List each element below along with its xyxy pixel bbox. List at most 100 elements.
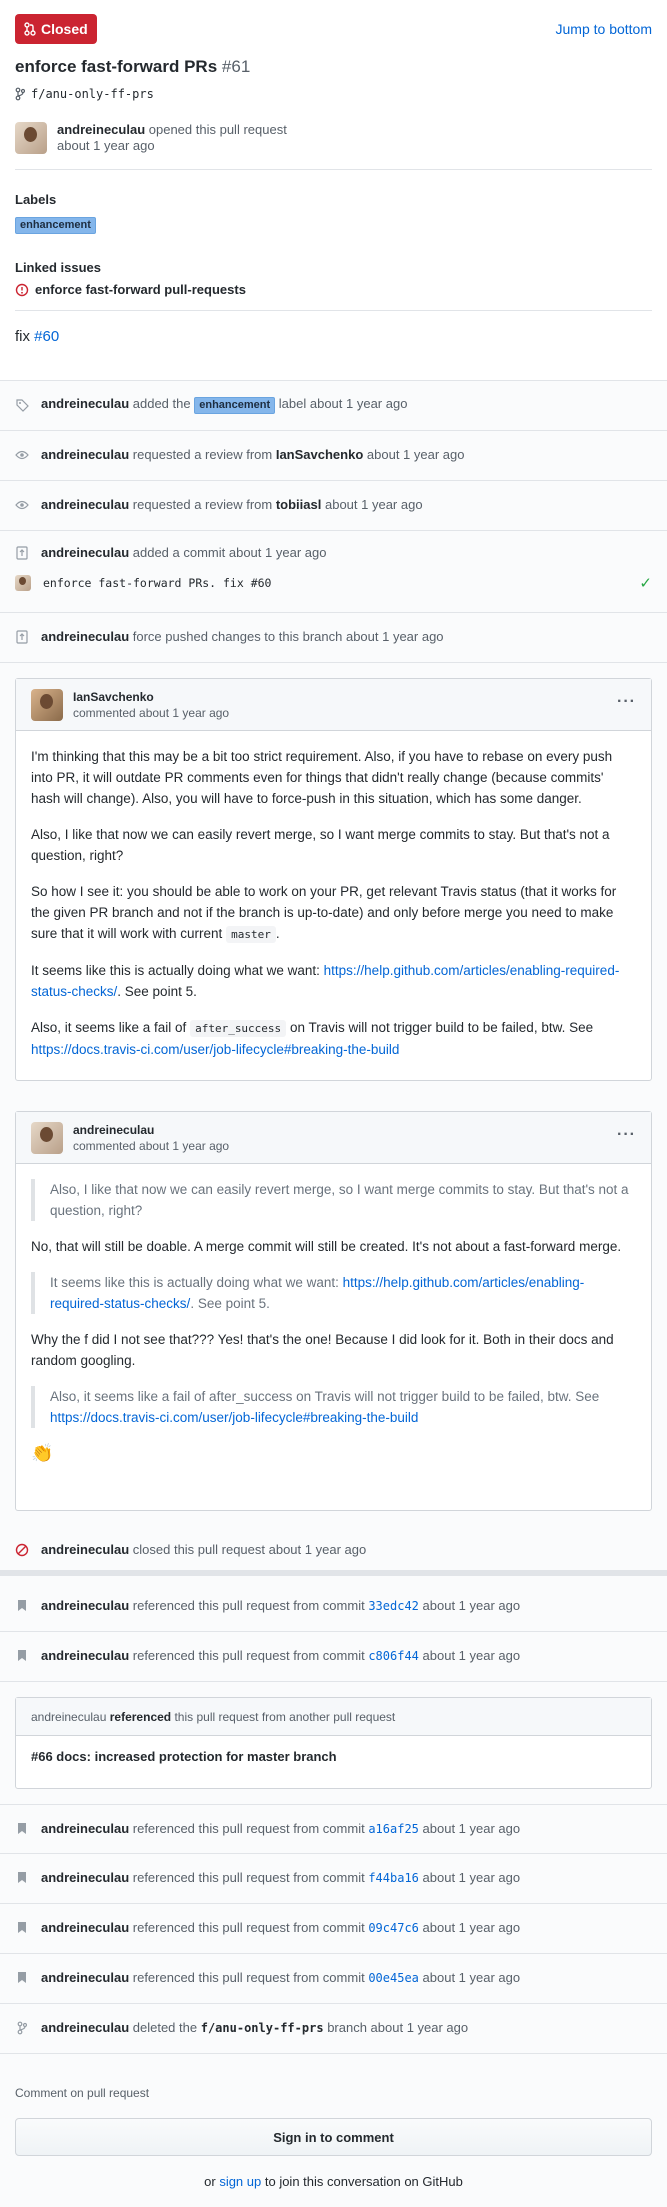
event-line: andreineculau added a commit about 1 yea… [15, 545, 326, 560]
bookmark-icon [15, 1871, 29, 1885]
commit-sha-link[interactable]: a16af25 [368, 1822, 419, 1836]
event-text: andreineculau referenced this pull reque… [41, 1970, 520, 1985]
event-text: andreineculau force pushed changes to th… [41, 629, 444, 644]
event-verb: referenced [109, 1710, 172, 1724]
kebab-menu-icon[interactable]: ··· [617, 1126, 636, 1144]
event-text: andreineculau added the enhancement labe… [41, 396, 407, 414]
commit-sha-link[interactable]: 33edc42 [368, 1599, 419, 1613]
timeline-event-force-push: andreineculau force pushed changes to th… [0, 613, 667, 663]
event-actor[interactable]: andreineculau [41, 497, 129, 512]
timeline-event-review-requested: andreineculau requested a review from to… [0, 481, 667, 531]
label-enhancement[interactable]: enhancement [194, 397, 276, 414]
opener-author[interactable]: andreineculau [57, 122, 145, 137]
bookmark-icon [15, 1599, 29, 1613]
reviewer[interactable]: tobiiasl [276, 497, 322, 512]
commit-message[interactable]: enforce fast-forward PRs. fix #60 [43, 576, 271, 590]
paragraph: Also, it seems like a fail of after_succ… [31, 1017, 636, 1060]
timeline-event-referenced: andreineculau referenced this pull reque… [0, 1582, 667, 1632]
travis-docs-link[interactable]: https://docs.travis-ci.com/user/job-life… [31, 1042, 399, 1057]
avatar[interactable] [15, 575, 31, 591]
timeline-event-branch-deleted: andreineculau deleted the f/anu-only-ff-… [0, 2004, 667, 2054]
signup-text: to join this conversation on GitHub [264, 2174, 463, 2189]
commit-sha-link[interactable]: 09c47c6 [368, 1921, 419, 1935]
comment-timestamp[interactable]: commented about 1 year ago [73, 1139, 229, 1153]
timeline-event-referenced: andreineculau referenced this pull reque… [0, 1804, 667, 1854]
comment-ian: IanSavchenko commented about 1 year ago … [15, 678, 652, 1081]
state-badge: Closed [15, 14, 97, 44]
event-actor[interactable]: andreineculau [31, 1710, 106, 1724]
event-actor[interactable]: andreineculau [41, 1970, 129, 1985]
pull-request-page: Closed Jump to bottom enforce fast-forwa… [0, 0, 667, 2207]
commit-sha-link[interactable]: 00e45ea [368, 1971, 419, 1985]
commit-row[interactable]: enforce fast-forward PRs. fix #60 [15, 575, 271, 591]
label-enhancement[interactable]: enhancement [15, 217, 96, 234]
event-actor[interactable]: andreineculau [41, 1821, 129, 1836]
event-actor[interactable]: andreineculau [41, 1648, 129, 1663]
referenced-pr-title[interactable]: #66 docs: increased protection for maste… [16, 1736, 651, 1777]
linked-issue-title: enforce fast-forward pull-requests [35, 282, 246, 297]
kebab-menu-icon[interactable]: ··· [617, 693, 636, 711]
paragraph-text: Also, it seems like a fail of [31, 1020, 187, 1035]
event-line: andreineculau requested a review from to… [15, 497, 423, 512]
timeline-event-commit: andreineculau added a commit about 1 yea… [0, 531, 667, 613]
opener-text: andreineculau opened this pull request a… [57, 122, 287, 154]
event-actor[interactable]: andreineculau [41, 1598, 129, 1613]
paragraph: I'm thinking that this may be a bit too … [31, 749, 613, 806]
comment-body: I'm thinking that this may be a bit too … [16, 731, 651, 1075]
inline-code: after_success [190, 1020, 287, 1037]
event-actor[interactable]: andreineculau [41, 1870, 129, 1885]
event-text: andreineculau added a commit about 1 yea… [41, 545, 326, 560]
comment-andreineculau: andreineculau commented about 1 year ago… [15, 1111, 652, 1511]
avatar[interactable] [15, 122, 47, 154]
jump-to-bottom-link[interactable]: Jump to bottom [556, 21, 653, 37]
event-time: about 1 year ago [422, 1598, 521, 1613]
pr-header: Closed Jump to bottom enforce fast-forwa… [0, 0, 667, 380]
avatar[interactable] [31, 1122, 63, 1154]
paragraph: So how I see it: you should be able to w… [31, 881, 636, 945]
timeline-event-review-requested: andreineculau requested a review from Ia… [0, 431, 667, 481]
quote-text: It seems like this is actually doing wha… [50, 1275, 339, 1290]
travis-docs-link[interactable]: https://docs.travis-ci.com/user/job-life… [50, 1410, 418, 1425]
bookmark-icon [15, 1971, 29, 1985]
timeline-event-referenced: andreineculau referenced this pull reque… [0, 1904, 667, 1954]
timeline-event-referenced: andreineculau referenced this pull reque… [0, 1632, 667, 1682]
linked-issues-title: Linked issues [15, 260, 101, 275]
event-text: andreineculau requested a review from to… [41, 497, 423, 512]
paragraph: Also, I like that now we can easily reve… [31, 827, 610, 863]
event-actor[interactable]: andreineculau [41, 2020, 129, 2035]
event-actor[interactable]: andreineculau [41, 447, 129, 462]
sign-up-link[interactable]: sign up [219, 2174, 261, 2189]
commit-sha-link[interactable]: f44ba16 [368, 1871, 419, 1885]
event-action: referenced this pull request from commit [132, 1920, 365, 1935]
event-actor[interactable]: andreineculau [41, 396, 129, 411]
event-actor[interactable]: andreineculau [41, 629, 129, 644]
issue-link[interactable]: #60 [34, 328, 59, 345]
timeline-event-labeled: andreineculau added the enhancement labe… [0, 381, 667, 431]
event-line: andreineculau referenced this pull reque… [15, 1870, 520, 1885]
avatar[interactable] [31, 689, 63, 721]
timeline: andreineculau added the enhancement labe… [0, 380, 667, 2207]
event-line: andreineculau added the enhancement labe… [15, 396, 407, 414]
event-actor[interactable]: andreineculau [41, 1920, 129, 1935]
tag-icon [15, 398, 29, 412]
linked-issue[interactable]: enforce fast-forward pull-requests [15, 282, 246, 297]
event-actor[interactable]: andreineculau [41, 1542, 129, 1557]
event-line: andreineculau deleted the f/anu-only-ff-… [15, 2020, 468, 2035]
event-actor[interactable]: andreineculau [41, 545, 129, 560]
paragraph-text: . [275, 926, 280, 941]
event-time: about 1 year ago [324, 497, 423, 512]
reviewer[interactable]: IanSavchenko [276, 447, 363, 462]
divider [15, 310, 652, 311]
event-time: about 1 year ago [422, 1870, 521, 1885]
comment-timestamp[interactable]: commented about 1 year ago [73, 706, 229, 720]
commit-sha-link[interactable]: c806f44 [368, 1649, 419, 1663]
branch-name: f/anu-only-ff-prs [31, 87, 154, 101]
sign-in-button[interactable]: Sign in to comment [15, 2118, 652, 2156]
event-text: andreineculau referenced this pull reque… [41, 1648, 520, 1663]
event-time: branch about 1 year ago [327, 2020, 469, 2035]
pr-title-text: enforce fast-forward PRs [15, 57, 218, 76]
comment-author[interactable]: andreineculau [73, 1123, 154, 1137]
comment-author[interactable]: IanSavchenko [73, 690, 154, 704]
check-icon[interactable]: ✓ [639, 574, 652, 592]
paragraph: Why the f did I not see that??? Yes! tha… [31, 1332, 614, 1368]
